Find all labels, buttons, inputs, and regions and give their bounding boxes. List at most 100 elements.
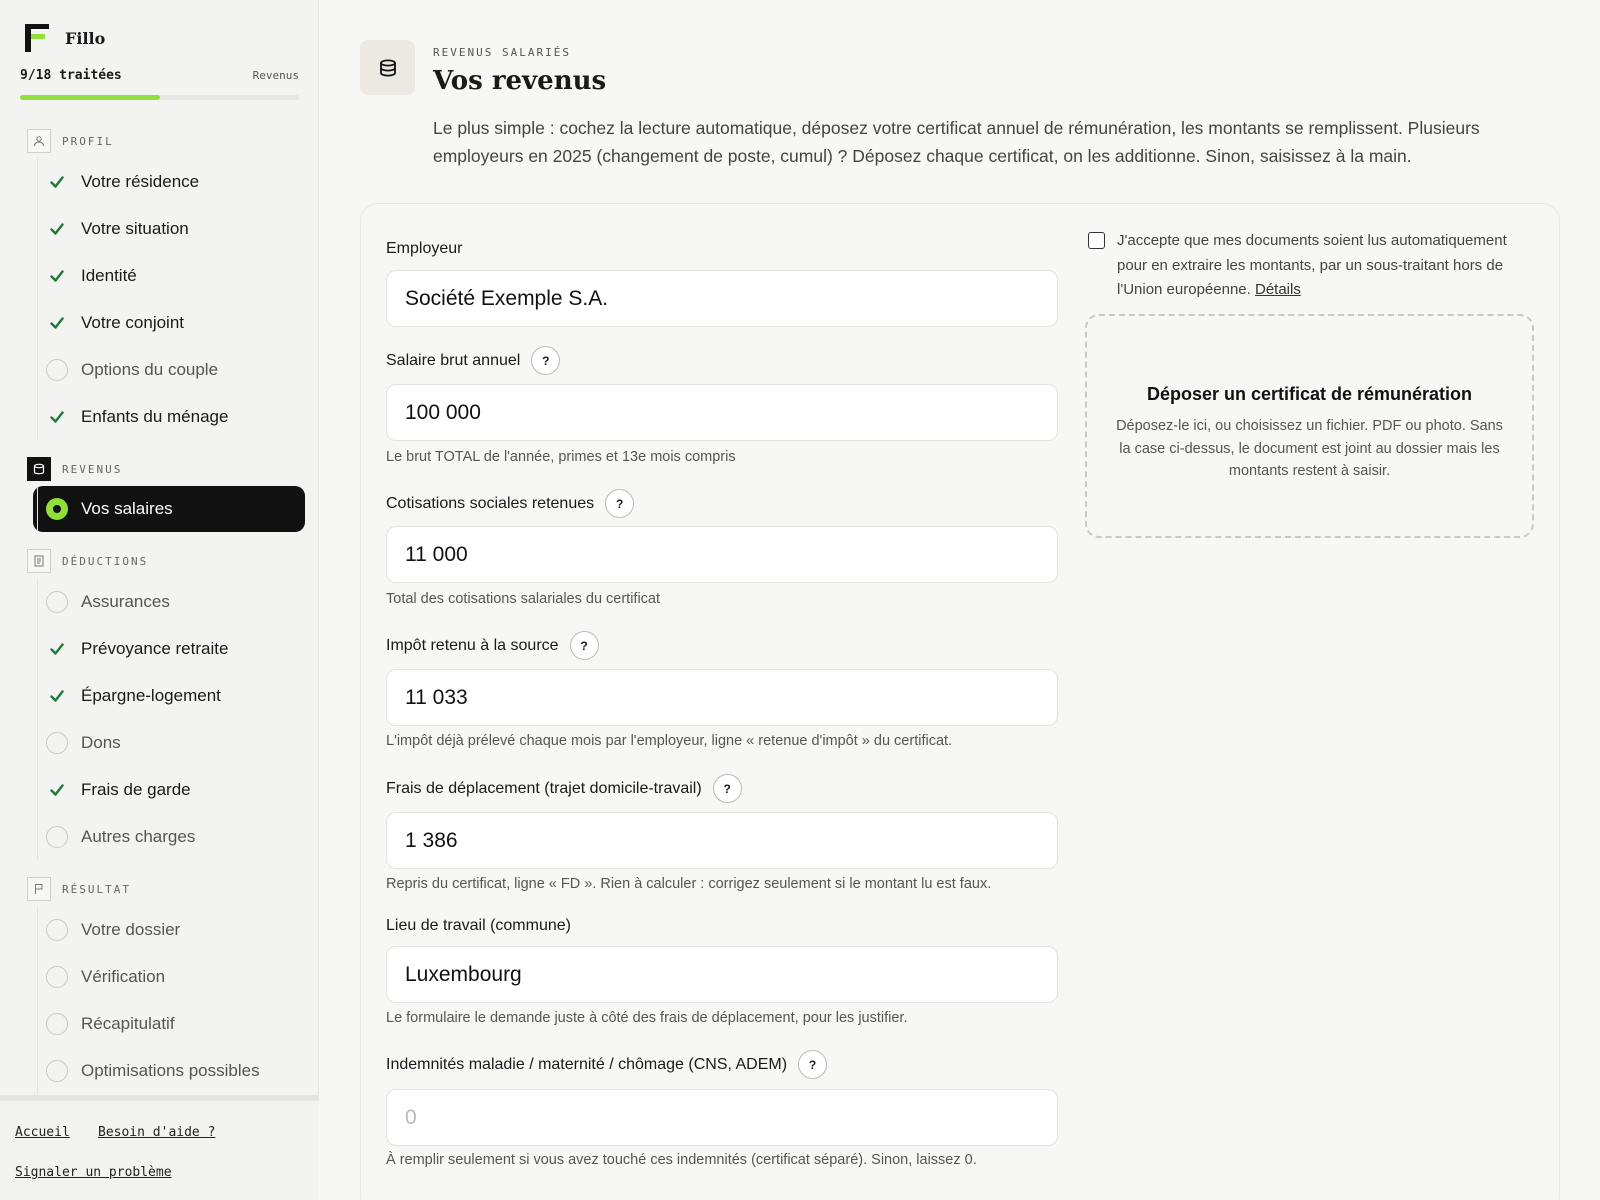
empty-circle-icon bbox=[46, 1059, 68, 1082]
nav-item[interactable]: Identité bbox=[37, 252, 319, 299]
progress-section: Revenus bbox=[252, 69, 299, 82]
section-label: PROFIL bbox=[62, 134, 114, 148]
brand[interactable]: Fillo bbox=[25, 24, 105, 52]
salary-input[interactable] bbox=[386, 384, 1058, 441]
check-icon bbox=[46, 218, 68, 240]
nav-item-label: Options du couple bbox=[81, 359, 219, 379]
coins-icon bbox=[360, 40, 415, 95]
check-icon bbox=[46, 265, 68, 287]
progress-header: 9/18 traitées Revenus bbox=[20, 68, 299, 83]
nav-item-label: Dons bbox=[81, 732, 121, 752]
travel-costs-label: Frais de déplacement (trajet domicile-tr… bbox=[386, 774, 742, 803]
empty-circle-icon bbox=[46, 358, 68, 381]
nav-item[interactable]: Récapitulatif bbox=[37, 1000, 319, 1047]
section-label: RÉSULTAT bbox=[62, 882, 131, 896]
nav-item[interactable]: Assurances bbox=[37, 578, 319, 625]
benefits-help-icon[interactable]: ? bbox=[798, 1050, 828, 1079]
nav-item[interactable]: Options du couple bbox=[37, 346, 319, 393]
page-eyebrow: REVENUS SALARIÉS bbox=[433, 46, 571, 59]
salary-hint: Le brut TOTAL de l'année, primes et 13e … bbox=[386, 449, 736, 465]
consent-text: J'accepte que mes documents soient lus a… bbox=[1117, 232, 1507, 298]
check-icon bbox=[46, 406, 68, 428]
brand-name: Fillo bbox=[65, 28, 106, 48]
nav-item[interactable]: Prévoyance retraite bbox=[37, 625, 319, 672]
social-contrib-input[interactable] bbox=[386, 526, 1058, 583]
nav-item[interactable]: Votre dossier bbox=[37, 906, 319, 953]
empty-circle-icon bbox=[46, 590, 68, 613]
home-link[interactable]: Accueil bbox=[15, 1125, 70, 1140]
logo-icon bbox=[25, 24, 49, 52]
employer-input[interactable] bbox=[386, 270, 1058, 327]
nav-item[interactable]: Autres charges bbox=[37, 813, 319, 860]
travel-costs-input[interactable] bbox=[386, 812, 1058, 869]
nav-item-label: Frais de garde bbox=[81, 779, 191, 799]
nav-item-label: Vérification bbox=[81, 966, 166, 986]
section-profil: PROFIL bbox=[27, 128, 319, 154]
section-label: REVENUS bbox=[62, 462, 123, 476]
section-revenus: REVENUS bbox=[27, 456, 319, 482]
progress-bar bbox=[20, 95, 299, 100]
workplace-input[interactable] bbox=[386, 946, 1058, 1003]
section-items: Assurances Prévoyance retraite Épargne-log… bbox=[37, 578, 319, 860]
salary-help-icon[interactable]: ? bbox=[531, 346, 561, 375]
withholding-tax-help-icon[interactable]: ? bbox=[569, 631, 599, 660]
flag-icon bbox=[27, 877, 51, 901]
nav-item[interactable]: Votre conjoint bbox=[37, 299, 319, 346]
empty-circle-icon bbox=[46, 731, 68, 754]
nav-item[interactable]: Votre situation bbox=[37, 205, 319, 252]
nav-item-label: Votre dossier bbox=[81, 919, 181, 939]
check-icon bbox=[46, 171, 68, 193]
coins-icon bbox=[27, 457, 51, 481]
nav-item-label: Enfants du ménage bbox=[81, 406, 229, 426]
certificate-dropzone[interactable]: Déposer un certificat de rémunération Dé… bbox=[1085, 314, 1534, 538]
progress-count: 9/18 traitées bbox=[20, 68, 122, 83]
nav-item-label: Identité bbox=[81, 265, 137, 285]
nav-item-label: Vos salaires bbox=[81, 499, 173, 518]
page-title: Vos revenus bbox=[433, 66, 607, 96]
nav-item[interactable]: Votre résidence bbox=[37, 158, 319, 205]
nav-item-label: Optimisations possibles bbox=[81, 1060, 260, 1080]
nav-item[interactable]: Enfants du ménage bbox=[37, 393, 319, 440]
benefits-hint: À remplir seulement si vous avez touché … bbox=[386, 1152, 977, 1168]
nav-item[interactable]: Dons bbox=[37, 719, 319, 766]
dropzone-text: Déposez-le ici, ou choisissez un fichier… bbox=[1116, 418, 1503, 479]
help-link[interactable]: Besoin d'aide ? bbox=[98, 1125, 215, 1140]
nav-item[interactable]: Vérification bbox=[37, 953, 319, 1000]
nav-item-label: Assurances bbox=[81, 591, 170, 611]
withholding-tax-label: Impôt retenu à la source? bbox=[386, 631, 599, 660]
nav-item[interactable]: Vos salaires bbox=[33, 486, 305, 532]
nav-item-label: Épargne-logement bbox=[81, 685, 221, 705]
section-label: DÉDUCTIONS bbox=[62, 554, 149, 568]
nav-item-label: Votre résidence bbox=[81, 171, 200, 191]
current-step-icon bbox=[46, 498, 68, 520]
empty-circle-icon bbox=[46, 918, 68, 941]
workplace-label: Lieu de travail (commune) bbox=[386, 917, 571, 934]
report-problem-link[interactable]: Signaler un problème bbox=[15, 1165, 172, 1180]
nav-item[interactable]: Frais de garde bbox=[37, 766, 319, 813]
benefits-input[interactable] bbox=[386, 1089, 1058, 1146]
social-contrib-help-icon[interactable]: ? bbox=[605, 489, 635, 518]
nav-item[interactable]: Optimisations possibles bbox=[37, 1047, 319, 1094]
auto-read-consent: J'accepte que mes documents soient lus a… bbox=[1088, 229, 1538, 303]
withholding-tax-input[interactable] bbox=[386, 669, 1058, 726]
empty-circle-icon bbox=[46, 1012, 68, 1035]
dropzone-title: Déposer un certificat de rémunération bbox=[1146, 384, 1473, 404]
check-icon bbox=[46, 685, 68, 707]
nav-item[interactable]: Épargne-logement bbox=[37, 672, 319, 719]
workplace-hint: Le formulaire le demande juste à côté de… bbox=[386, 1010, 908, 1026]
progress-fill bbox=[20, 95, 160, 100]
consent-details-link[interactable]: Détails bbox=[1255, 281, 1301, 298]
step-navigation: PROFIL Votre résidence Votre situation Iden… bbox=[0, 126, 319, 1096]
travel-costs-help-icon[interactable]: ? bbox=[712, 774, 742, 803]
travel-costs-hint: Repris du certificat, ligne « FD ». Rien… bbox=[386, 876, 992, 892]
nav-item-label: Autres charges bbox=[81, 826, 196, 846]
section-items: Vos salaires bbox=[33, 486, 319, 532]
social-contrib-hint: Total des cotisations salariales du cert… bbox=[386, 591, 661, 607]
auto-read-checkbox[interactable] bbox=[1088, 232, 1105, 249]
social-contrib-label: Cotisations sociales retenues? bbox=[386, 489, 635, 518]
receipt-icon bbox=[27, 549, 51, 573]
benefits-label: Indemnités maladie / maternité / chômage… bbox=[386, 1050, 828, 1079]
section-items: Votre dossier Vérification Récapitulatif Op… bbox=[37, 906, 319, 1094]
section-résultat: RÉSULTAT bbox=[27, 876, 319, 902]
nav-item-label: Votre situation bbox=[81, 218, 189, 238]
